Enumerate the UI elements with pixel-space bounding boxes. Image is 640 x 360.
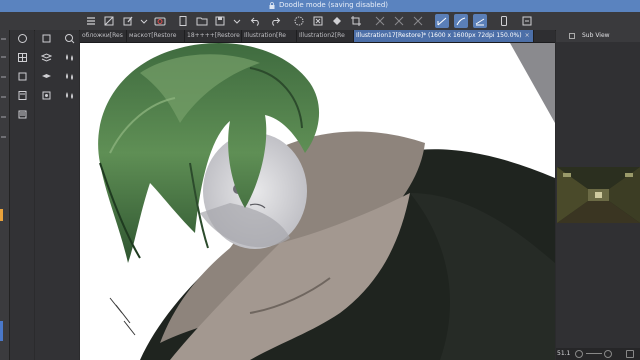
chevron-down-icon[interactable] — [230, 14, 244, 28]
menu-icon[interactable] — [84, 14, 98, 28]
open-folder-icon[interactable] — [195, 14, 209, 28]
redo-icon[interactable] — [268, 14, 282, 28]
layer-icon[interactable] — [16, 32, 28, 44]
document-tabs: обложки[Res маскот[Restore 18++++[Restor… — [80, 30, 555, 43]
tool-marker[interactable] — [1, 56, 6, 58]
close-icon[interactable]: × — [525, 32, 530, 39]
tool-property-panel — [10, 30, 34, 360]
document-tab[interactable]: маскот[Restore — [127, 30, 185, 42]
document-tab[interactable]: Illustration2[Re — [297, 30, 354, 42]
snap-icon[interactable] — [392, 14, 406, 28]
selection-icon[interactable] — [292, 14, 306, 28]
sub-view-icon — [569, 33, 575, 39]
tool-marker[interactable] — [1, 136, 6, 138]
merge-icon[interactable] — [16, 89, 28, 101]
corridor-image — [557, 167, 640, 223]
window-title: Doodle mode (saving disabled) — [279, 1, 389, 9]
grid-icon[interactable] — [411, 14, 425, 28]
zoom-slider[interactable] — [586, 353, 602, 354]
tool-marker[interactable] — [1, 96, 6, 98]
new-canvas-icon[interactable] — [102, 14, 116, 28]
sub-view-label: Sub View — [582, 32, 610, 39]
crop-icon[interactable] — [349, 14, 363, 28]
special-ruler-snap-icon[interactable] — [454, 14, 468, 28]
fit-screen-icon[interactable] — [626, 350, 634, 358]
command-bar — [0, 12, 640, 31]
sub-view-reference-image[interactable] — [557, 167, 640, 223]
transform-icon[interactable] — [373, 14, 387, 28]
palette-icon[interactable] — [40, 32, 52, 44]
document-tab[interactable]: Illustration[Re — [242, 30, 297, 42]
save-icon[interactable] — [213, 14, 227, 28]
tool-strip — [0, 30, 10, 360]
clear-icon[interactable] — [311, 14, 325, 28]
sub-view-tab[interactable]: Sub View — [556, 30, 640, 42]
copy-icon[interactable] — [16, 70, 28, 82]
tool-marker[interactable] — [1, 116, 6, 118]
smartphone-icon[interactable] — [497, 14, 511, 28]
document-tab[interactable]: обложки[Res — [80, 30, 127, 42]
zoom-in-icon[interactable] — [604, 350, 612, 358]
chevron-down-icon[interactable] — [137, 14, 151, 28]
zoom-level: 51.1 — [557, 350, 571, 357]
search-icon[interactable] — [63, 32, 75, 44]
camera-icon[interactable] — [153, 14, 167, 28]
lock-icon — [269, 2, 275, 9]
ruler-snap-icon[interactable] — [435, 14, 449, 28]
title-bar: Doodle mode (saving disabled) — [0, 0, 640, 12]
settings-icon[interactable] — [520, 14, 534, 28]
active-tool-indicator — [0, 321, 3, 341]
grid-icon[interactable] — [16, 51, 28, 63]
drops-icon[interactable] — [63, 51, 75, 63]
tab-label: Illustration17[Restore]* (1600 x 1600px … — [356, 32, 522, 39]
layer-panel — [35, 30, 79, 360]
tool-marker[interactable] — [1, 38, 6, 40]
document-tab-active[interactable]: Illustration17[Restore]* (1600 x 1600px … — [354, 30, 534, 42]
fill-icon[interactable] — [330, 14, 344, 28]
illustration — [80, 43, 555, 360]
grid-snap-icon[interactable] — [473, 14, 487, 28]
drawing-canvas[interactable] — [80, 43, 555, 360]
stack-icon[interactable] — [40, 70, 52, 82]
zoom-out-icon[interactable] — [575, 350, 583, 358]
undo-icon[interactable] — [249, 14, 263, 28]
foreground-color-indicator[interactable] — [0, 209, 3, 221]
document-tab[interactable]: 18++++[Restore — [185, 30, 242, 42]
layer-mask-icon[interactable] — [40, 89, 52, 101]
status-bar: 51.1 — [556, 348, 640, 360]
folder-icon[interactable] — [16, 108, 28, 120]
tool-marker[interactable] — [1, 76, 6, 78]
layers-icon[interactable] — [40, 51, 52, 63]
new-file-icon[interactable] — [176, 14, 190, 28]
drops-icon[interactable] — [63, 89, 75, 101]
edit-icon[interactable] — [121, 14, 135, 28]
drops-icon[interactable] — [63, 70, 75, 82]
